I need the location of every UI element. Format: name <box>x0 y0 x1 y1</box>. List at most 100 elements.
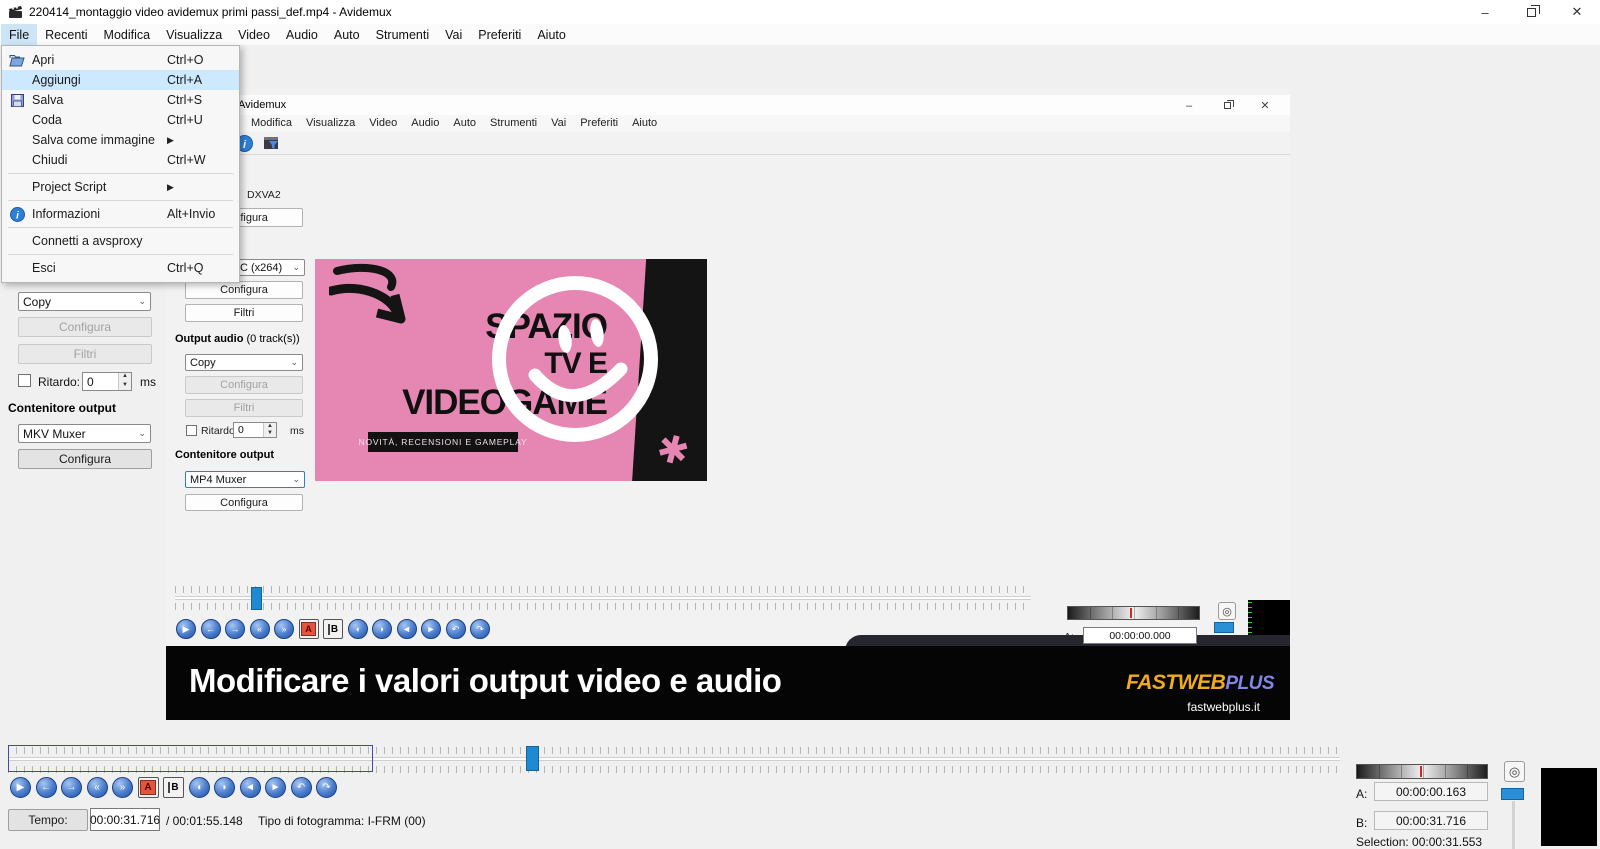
menubar-item-modifica[interactable]: Modifica <box>96 24 159 45</box>
restore-icon <box>1527 8 1536 17</box>
menu-item-label: Chiudi <box>32 153 167 167</box>
inner-audio-configura-button: Configura <box>185 376 303 394</box>
menubar-item-aiuto[interactable]: Aiuto <box>529 24 574 45</box>
outer-ritardo-spinner[interactable]: 0 ▲▼ <box>82 372 132 391</box>
outer-container-configura-button[interactable]: Configura <box>18 449 152 469</box>
menubar-item-audio[interactable]: Audio <box>278 24 326 45</box>
inner-timeline-track <box>175 596 1031 600</box>
file-menu-item-salva-come-immagine[interactable]: Salva come immagine▶ <box>2 130 239 150</box>
menu-item-label: Coda <box>32 113 167 127</box>
jump-forward-button[interactable]: ↷ <box>316 777 337 798</box>
marker-b-label: B: <box>1356 816 1367 830</box>
file-menu-item-project-script[interactable]: Project Script▶ <box>2 177 239 197</box>
marker-a-icon: A <box>140 780 155 795</box>
timeline-selection-region <box>8 745 373 772</box>
file-menu-item-chiudi[interactable]: ChiudiCtrl+W <box>2 150 239 170</box>
outer-ritardo-checkbox[interactable] <box>18 374 31 387</box>
outer-container-select[interactable]: MKV Muxer⌄ <box>18 424 151 443</box>
open-folder-icon <box>2 54 32 67</box>
inner-marker-b-button: B <box>323 619 343 639</box>
restore-button[interactable] <box>1508 0 1554 24</box>
inner-previous-keyframe-button: ◄ <box>397 619 417 639</box>
menu-separator <box>8 173 233 174</box>
file-menu-item-apri[interactable]: ApriCtrl+O <box>2 50 239 70</box>
menu-item-shortcut: Alt+Invio <box>167 207 229 221</box>
caption-strip: Modificare i valori output video e audio… <box>166 646 1290 720</box>
file-menu-item-esci[interactable]: EsciCtrl+Q <box>2 258 239 278</box>
inner-menubar-item-video: Video <box>362 115 404 132</box>
inner-toolbar: i <box>166 132 1290 155</box>
menu-item-shortcut: Ctrl+W <box>167 153 229 167</box>
inner-previous-frame-button: ← <box>201 619 221 639</box>
shuttle-center-mark <box>1130 608 1132 618</box>
inner-marker-a-button: A <box>299 619 319 639</box>
volume-handle[interactable] <box>1501 788 1524 800</box>
inner-back-frames-button: « <box>250 619 270 639</box>
outer-ritardo-label: Ritardo: <box>38 375 80 389</box>
menubar-item-visualizza[interactable]: Visualizza <box>158 24 230 45</box>
file-menu-item-aggiungi[interactable]: AggiungiCtrl+A <box>2 70 239 90</box>
menubar-item-preferiti[interactable]: Preferiti <box>470 24 529 45</box>
file-menu-item-informazioni[interactable]: iInformazioniAlt+Invio <box>2 204 239 224</box>
outer-audio-filtri-button: Filtri <box>18 344 152 364</box>
inner-menubar-item-strumenti: Strumenti <box>483 115 544 132</box>
svg-text:i: i <box>16 210 19 221</box>
shuttle-center-mark <box>1420 766 1422 777</box>
volume-track[interactable] <box>1512 801 1515 849</box>
inner-shuttle-slider <box>1067 606 1200 620</box>
marker-a-button[interactable]: A <box>138 777 159 798</box>
menu-item-shortcut: Ctrl+A <box>167 73 229 87</box>
inner-audio-filtri-button: Filtri <box>185 399 303 417</box>
file-menu-item-salva[interactable]: SalvaCtrl+S <box>2 90 239 110</box>
go-end-button[interactable]: ◗ <box>214 777 235 798</box>
inner-next-frame-button: → <box>225 619 245 639</box>
jump-back-button[interactable]: ↶ <box>291 777 312 798</box>
inner-container-select: MP4 Muxer⌄ <box>185 471 305 488</box>
inner-go-start-button: ◖ <box>348 619 368 639</box>
back-frames-button[interactable]: « <box>87 777 108 798</box>
window-title: 220414_montaggio video avidemux primi pa… <box>29 5 392 19</box>
menubar-item-file[interactable]: File <box>1 24 37 45</box>
menu-item-label: Salva <box>32 93 167 107</box>
inner-container-label: Contenitore output <box>175 449 274 461</box>
file-menu-item-connetti-a-avsproxy[interactable]: Connetti a avsproxy <box>2 231 239 251</box>
inner-volume-handle <box>1214 622 1234 633</box>
menu-bar: FileRecentiModificaVisualizzaVideoAudioA… <box>0 24 1600 45</box>
previous-keyframe-button[interactable]: ◄ <box>240 777 261 798</box>
marker-b-button[interactable]: B <box>163 777 184 798</box>
outer-audio-configura-button: Configura <box>18 317 152 337</box>
menubar-item-video[interactable]: Video <box>230 24 278 45</box>
outer-ritardo-unit: ms <box>140 375 156 389</box>
menubar-item-vai[interactable]: Vai <box>437 24 470 45</box>
inner-menubar-item-vai: Vai <box>544 115 573 132</box>
close-button[interactable]: ✕ <box>1554 0 1600 24</box>
inner-forward-frames-button: » <box>274 619 294 639</box>
previous-frame-button[interactable]: ← <box>36 777 57 798</box>
thumbnail-badge: NOVITÀ, RECENSIONI E GAMEPLAY <box>368 432 518 452</box>
speaker-icon[interactable]: ◎ <box>1504 761 1525 782</box>
next-frame-button[interactable]: → <box>61 777 82 798</box>
minimize-button[interactable]: – <box>1462 0 1508 24</box>
menu-separator <box>8 254 233 255</box>
menubar-item-strumenti[interactable]: Strumenti <box>368 24 438 45</box>
next-keyframe-button[interactable]: ► <box>265 777 286 798</box>
play-button[interactable]: ▶ <box>10 777 31 798</box>
menubar-item-auto[interactable]: Auto <box>326 24 368 45</box>
menu-item-shortcut: Ctrl+O <box>167 53 229 67</box>
tempo-button[interactable]: Tempo: <box>8 809 88 831</box>
menubar-item-recenti[interactable]: Recenti <box>37 24 95 45</box>
forward-frames-button[interactable]: » <box>112 777 133 798</box>
tempo-time-field[interactable]: 00:00:31.716 <box>90 808 160 831</box>
frame-type-label: Tipo di fotogramma: I-FRM (00) <box>258 814 426 828</box>
title-bar: 220414_montaggio video avidemux primi pa… <box>0 0 1600 24</box>
shuttle-slider[interactable] <box>1356 764 1488 779</box>
outer-audio-codec-select[interactable]: Copy⌄ <box>18 292 151 311</box>
menu-item-shortcut: Ctrl+U <box>167 113 229 127</box>
go-start-button[interactable]: ◖ <box>189 777 210 798</box>
inner-ritardo-spinner: 0 ▲▼ <box>233 422 277 438</box>
spinner-arrows-icon[interactable]: ▲▼ <box>118 373 131 390</box>
inner-menubar-item-auto: Auto <box>446 115 483 132</box>
timeline-handle[interactable] <box>526 746 539 771</box>
inner-minimize-button: – <box>1174 98 1204 113</box>
file-menu-item-coda[interactable]: CodaCtrl+U <box>2 110 239 130</box>
